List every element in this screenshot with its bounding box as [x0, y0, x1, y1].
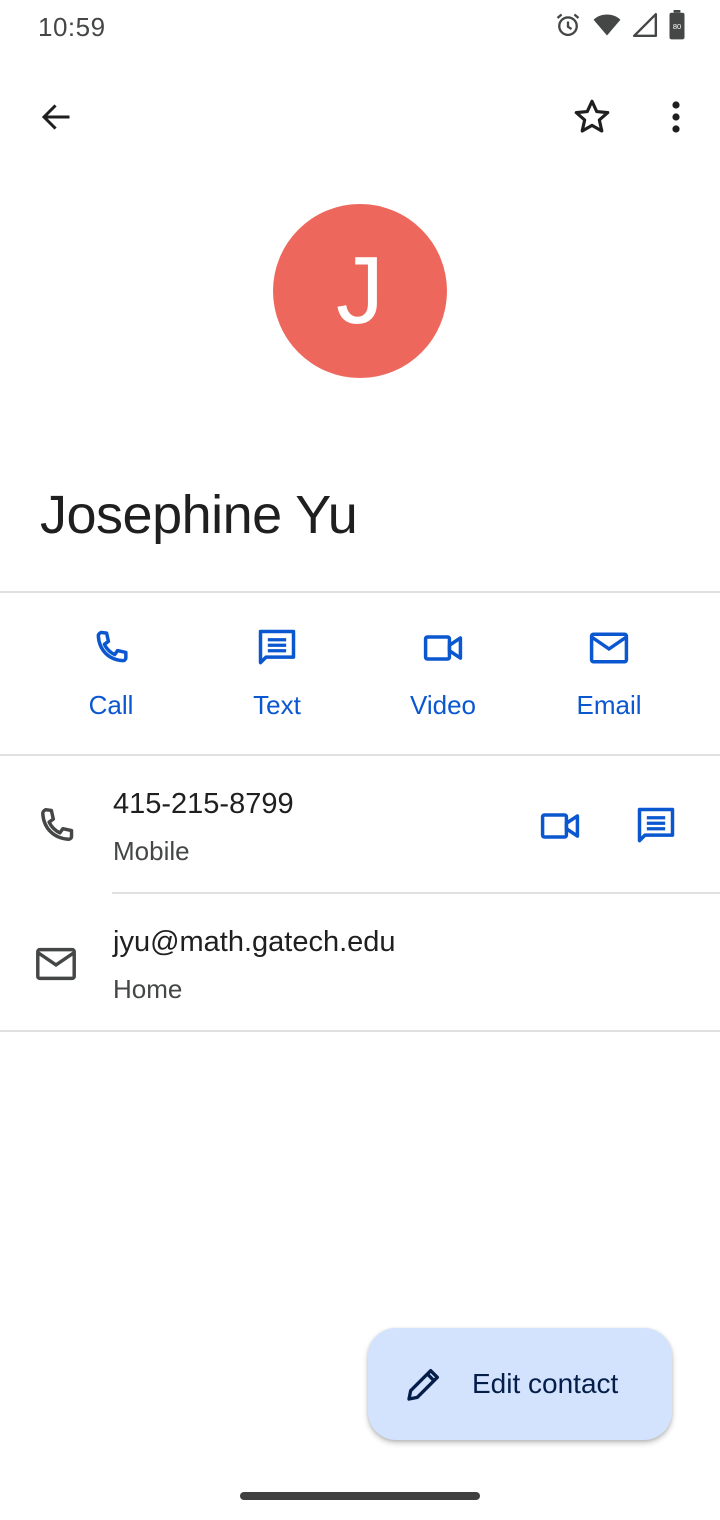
alarm-icon [554, 11, 582, 39]
message-icon [637, 807, 675, 843]
video-action-button[interactable]: Video [360, 594, 526, 754]
contact-details-screen: 10:59 80 J Josephine Yu Call Text Video … [0, 0, 720, 1520]
signal-icon [632, 12, 658, 38]
phone-icon [30, 800, 82, 852]
email-address: jyu@math.gatech.edu [113, 926, 396, 958]
svg-text:80: 80 [673, 22, 681, 31]
wifi-icon [592, 11, 622, 39]
edit-contact-button[interactable]: Edit contact [368, 1328, 672, 1440]
contact-name: Josephine Yu [40, 485, 358, 545]
favorite-button[interactable] [560, 85, 624, 149]
status-time: 10:59 [38, 12, 106, 42]
avatar[interactable]: J [273, 204, 447, 378]
email-action-button[interactable]: Email [526, 594, 692, 754]
more-vert-icon [672, 101, 680, 133]
back-button[interactable] [24, 85, 88, 149]
call-action-button[interactable]: Call [28, 594, 194, 754]
back-arrow-icon [41, 104, 70, 130]
videocam-icon [540, 813, 580, 839]
email-action-label: Email [576, 690, 642, 720]
send-message-button[interactable] [626, 796, 686, 856]
status-icons: 80 [554, 10, 686, 40]
mail-icon [585, 624, 633, 672]
pencil-icon [402, 1362, 446, 1406]
call-action-label: Call [88, 690, 134, 720]
videocam-icon [419, 624, 467, 672]
video-action-label: Video [409, 690, 477, 720]
divider [0, 591, 720, 593]
top-app-bar [0, 72, 720, 162]
divider [0, 1030, 720, 1032]
email-type: Home [113, 974, 183, 1004]
message-icon [253, 624, 301, 672]
text-action-label: Text [253, 690, 301, 720]
phone-number: 415-215-8799 [113, 788, 294, 820]
edit-contact-label: Edit contact [472, 1368, 619, 1399]
status-bar: 10:59 80 [0, 0, 720, 54]
phone-icon [87, 624, 135, 672]
battery-icon: 80 [668, 10, 686, 40]
home-indicator[interactable] [240, 1492, 480, 1500]
phone-type: Mobile [113, 836, 190, 866]
more-options-button[interactable] [644, 85, 708, 149]
star-outline-icon [574, 99, 610, 133]
email-row[interactable]: jyu@math.gatech.edu Home [0, 894, 720, 1030]
phone-row[interactable]: 415-215-8799 Mobile [0, 756, 720, 892]
text-action-button[interactable]: Text [194, 594, 360, 754]
video-call-button[interactable] [530, 796, 590, 856]
quick-actions: Call Text Video Email [0, 594, 720, 754]
mail-icon [30, 938, 82, 990]
